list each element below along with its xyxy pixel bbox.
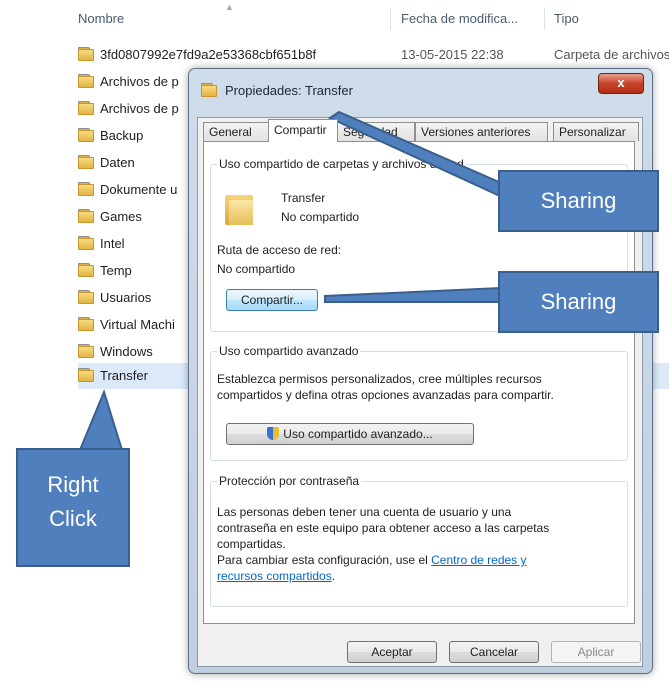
annotation-arrows — [78, 110, 510, 451]
callout-pointer-rightclick — [78, 389, 124, 451]
callout-right-click: Right Click — [16, 448, 130, 567]
callout-pointer-tab — [327, 110, 510, 198]
callout-text-line: Right — [47, 472, 99, 497]
tab-sharing[interactable]: Compartir — [268, 119, 338, 142]
callout-sharing-tab: Sharing — [498, 170, 659, 232]
callout-text-line: Click — [49, 506, 97, 531]
callout-sharing-button: Sharing — [498, 271, 659, 333]
callout-pointer-button — [324, 286, 501, 303]
